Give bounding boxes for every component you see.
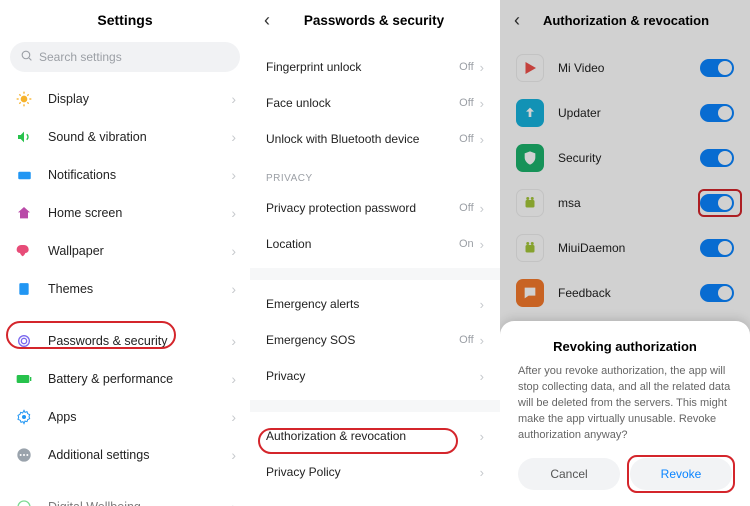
page-title: Settings [0,0,250,38]
chevron-right-icon: › [480,132,484,147]
chevron-right-icon: › [231,409,236,425]
dim-overlay [500,0,750,336]
chevron-right-icon: › [231,281,236,297]
chevron-right-icon: › [231,167,236,183]
settings-row-additional[interactable]: Additional settings› [0,436,250,474]
chevron-right-icon: › [231,91,236,107]
home-icon [14,203,34,223]
row-emergency-alerts[interactable]: Emergency alerts› [250,286,500,322]
settings-row-wallpaper[interactable]: Wallpaper› [0,232,250,270]
panel-header: ‹ Passwords & security [250,0,500,39]
chevron-right-icon: › [231,371,236,387]
notifications-icon [14,165,34,185]
row-bluetooth[interactable]: Unlock with Bluetooth deviceOff› [250,121,500,157]
revoke-button[interactable]: Revoke [630,458,732,490]
row-emergency-sos[interactable]: Emergency SOSOff› [250,322,500,358]
settings-row-display[interactable]: Display› [0,80,250,118]
page-title: Passwords & security [280,13,468,28]
row-fingerprint[interactable]: Fingerprint unlockOff› [250,49,500,85]
settings-panel: Settings Search settings Display› Sound … [0,0,250,506]
settings-group-1: Display› Sound & vibration› Notification… [0,80,250,308]
themes-icon [14,279,34,299]
authorization-revocation-panel: ‹ Authorization & revocation Mi Video Up… [500,0,750,506]
chevron-right-icon: › [231,333,236,349]
search-icon [20,49,39,65]
fingerprint-icon [14,331,34,351]
chevron-right-icon: › [480,201,484,216]
chevron-right-icon: › [480,369,484,384]
display-icon [14,89,34,109]
chevron-right-icon: › [480,429,484,444]
chevron-right-icon: › [480,333,484,348]
settings-row-themes[interactable]: Themes› [0,270,250,308]
wallpaper-icon [14,241,34,261]
wellbeing-icon [14,497,34,506]
settings-row-apps[interactable]: Apps› [0,398,250,436]
gear-icon [14,407,34,427]
chevron-right-icon: › [480,237,484,252]
chevron-right-icon: › [480,465,484,480]
settings-row-wellbeing[interactable]: Digital Wellbeing› [0,488,250,506]
row-privacy[interactable]: Privacy› [250,358,500,394]
chevron-right-icon: › [480,96,484,111]
chevron-right-icon: › [231,447,236,463]
settings-row-notifications[interactable]: Notifications› [0,156,250,194]
chevron-right-icon: › [231,205,236,221]
search-input[interactable]: Search settings [10,42,240,72]
chevron-right-icon: › [231,129,236,145]
sound-icon [14,127,34,147]
passwords-security-panel: ‹ Passwords & security Fingerprint unloc… [250,0,500,506]
settings-row-home[interactable]: Home screen› [0,194,250,232]
dots-icon [14,445,34,465]
row-location[interactable]: LocationOn› [250,226,500,262]
settings-row-sound[interactable]: Sound & vibration› [0,118,250,156]
chevron-right-icon: › [480,60,484,75]
settings-group-2: Passwords & security› Battery & performa… [0,322,250,474]
chevron-right-icon: › [231,243,236,259]
chevron-right-icon: › [231,499,236,506]
row-privacy-policy[interactable]: Privacy Policy› [250,454,500,490]
search-placeholder: Search settings [39,50,122,64]
dialog-title: Revoking authorization [518,339,732,354]
revoke-dialog: Revoking authorization After you revoke … [500,321,750,506]
settings-row-battery[interactable]: Battery & performance› [0,360,250,398]
battery-icon [14,369,34,389]
cancel-button[interactable]: Cancel [518,458,620,490]
chevron-right-icon: › [480,297,484,312]
row-privacy-password[interactable]: Privacy protection passwordOff› [250,190,500,226]
settings-row-passwords-security[interactable]: Passwords & security› [0,322,250,360]
dialog-body: After you revoke authorization, the app … [518,364,732,444]
row-face[interactable]: Face unlockOff› [250,85,500,121]
section-privacy-label: PRIVACY [250,157,500,190]
row-authorization-revocation[interactable]: Authorization & revocation› [250,418,500,454]
back-button[interactable]: ‹ [264,10,270,31]
